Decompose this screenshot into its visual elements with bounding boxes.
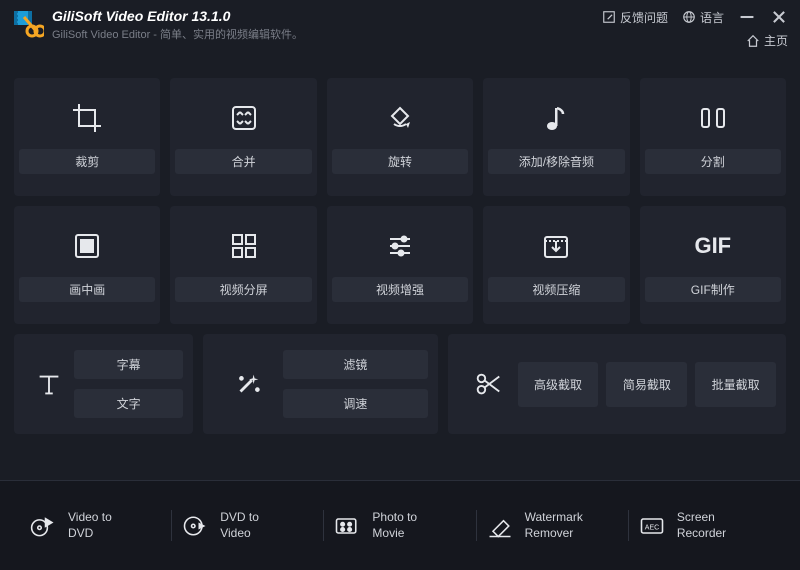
film-reel-icon xyxy=(332,511,362,541)
batch-clip-button[interactable]: 批量截取 xyxy=(695,362,776,407)
titlebar-right: 反馈问题 语言 主页 xyxy=(602,8,788,49)
tile-label: 添加/移除音频 xyxy=(488,149,624,174)
logo-wrap: GiliSoft Video Editor 13.1.0 GiliSoft Vi… xyxy=(12,8,303,42)
text-icon xyxy=(24,369,74,399)
footer-label: Watermark Remover xyxy=(525,510,583,541)
footer-watermark-remover[interactable]: Watermark Remover xyxy=(477,510,629,541)
scissors-icon xyxy=(458,369,518,399)
magic-buttons: 滤镜 调速 xyxy=(283,350,428,418)
gif-icon: GIF xyxy=(696,229,730,263)
tile-audio[interactable]: 添加/移除音频 xyxy=(483,78,629,196)
rotate-icon xyxy=(383,101,417,135)
record-icon: AEC xyxy=(637,511,667,541)
tile-compress[interactable]: 视频压缩 xyxy=(483,206,629,324)
tile-merge[interactable]: 合并 xyxy=(170,78,316,196)
titlebar: GiliSoft Video Editor 13.1.0 GiliSoft Vi… xyxy=(0,0,800,60)
edit-icon xyxy=(602,10,616,24)
tile-label: 合并 xyxy=(175,149,311,174)
tile-label: 视频分屏 xyxy=(175,277,311,302)
sliders-icon xyxy=(383,229,417,263)
tile-rotate[interactable]: 旋转 xyxy=(327,78,473,196)
tile-label: 视频增强 xyxy=(332,277,468,302)
home-label: 主页 xyxy=(764,32,788,49)
tile-clip[interactable]: 高级截取 简易截取 批量截取 xyxy=(448,334,786,434)
minimize-button[interactable] xyxy=(738,8,756,26)
footer-label: Video to DVD xyxy=(68,510,112,541)
home-button[interactable]: 主页 xyxy=(746,32,788,49)
eraser-icon xyxy=(485,511,515,541)
crop-icon xyxy=(70,101,104,135)
footer: Video to DVD DVD to Video Photo to Movie… xyxy=(0,480,800,570)
footer-video-to-dvd[interactable]: Video to DVD xyxy=(20,510,172,541)
title-block: GiliSoft Video Editor 13.1.0 GiliSoft Vi… xyxy=(52,8,303,42)
close-icon xyxy=(770,8,788,26)
tile-crop[interactable]: 裁剪 xyxy=(14,78,160,196)
tile-split[interactable]: 分割 xyxy=(640,78,786,196)
titlebar-row-1: 反馈问题 语言 xyxy=(602,8,788,26)
merge-icon xyxy=(227,101,261,135)
app-title: GiliSoft Video Editor 13.1.0 xyxy=(52,8,303,24)
app-subtitle: GiliSoft Video Editor - 简单、实用的视频编辑软件。 xyxy=(52,26,303,42)
tile-multiscreen[interactable]: 视频分屏 xyxy=(170,206,316,324)
home-icon xyxy=(746,34,760,48)
simple-clip-button[interactable]: 简易截取 xyxy=(606,362,687,407)
text-button[interactable]: 文字 xyxy=(74,389,183,418)
tile-label: GIF制作 xyxy=(645,277,781,302)
close-button[interactable] xyxy=(770,8,788,26)
disc-play-icon xyxy=(180,511,210,541)
tile-text[interactable]: 字幕 文字 xyxy=(14,334,193,434)
music-note-icon xyxy=(539,101,573,135)
tile-magic[interactable]: 滤镜 调速 xyxy=(203,334,438,434)
pip-icon xyxy=(70,229,104,263)
advanced-clip-button[interactable]: 高级截取 xyxy=(518,362,599,407)
tile-label: 视频压缩 xyxy=(488,277,624,302)
minimize-icon xyxy=(738,8,756,26)
tile-label: 画中画 xyxy=(19,277,155,302)
language-button[interactable]: 语言 xyxy=(682,9,724,26)
subtitle-button[interactable]: 字幕 xyxy=(74,350,183,379)
footer-photo-to-movie[interactable]: Photo to Movie xyxy=(324,510,476,541)
compress-icon xyxy=(539,229,573,263)
tile-pip[interactable]: 画中画 xyxy=(14,206,160,324)
multiscreen-icon xyxy=(227,229,261,263)
footer-label: DVD to Video xyxy=(220,510,259,541)
tile-label: 分割 xyxy=(645,149,781,174)
language-label: 语言 xyxy=(700,9,724,26)
main-content: 裁剪 合并 旋转 添加/移除音频 分割 画中画 视频分屏 视频增 xyxy=(0,60,800,434)
tile-grid: 裁剪 合并 旋转 添加/移除音频 分割 画中画 视频分屏 视频增 xyxy=(14,78,786,324)
clip-buttons: 高级截取 简易截取 批量截取 xyxy=(518,362,776,407)
footer-screen-recorder[interactable]: AEC Screen Recorder xyxy=(629,510,780,541)
globe-icon xyxy=(682,10,696,24)
titlebar-row-2: 主页 xyxy=(746,32,788,49)
footer-label: Photo to Movie xyxy=(372,510,417,541)
footer-label: Screen Recorder xyxy=(677,510,726,541)
svg-text:AEC: AEC xyxy=(645,524,659,531)
disc-icon xyxy=(28,511,58,541)
feedback-label: 反馈问题 xyxy=(620,9,668,26)
tile-gif[interactable]: GIF GIF制作 xyxy=(640,206,786,324)
footer-dvd-to-video[interactable]: DVD to Video xyxy=(172,510,324,541)
tile-label: 裁剪 xyxy=(19,149,155,174)
tile-enhance[interactable]: 视频增强 xyxy=(327,206,473,324)
tile-label: 旋转 xyxy=(332,149,468,174)
speed-button[interactable]: 调速 xyxy=(283,389,428,418)
app-logo-icon xyxy=(12,9,44,41)
split-icon xyxy=(696,101,730,135)
row-3: 字幕 文字 滤镜 调速 高级截取 简易截取 批量截取 xyxy=(14,334,786,434)
filter-button[interactable]: 滤镜 xyxy=(283,350,428,379)
magic-wand-icon xyxy=(213,369,283,399)
text-buttons: 字幕 文字 xyxy=(74,350,183,418)
feedback-button[interactable]: 反馈问题 xyxy=(602,9,668,26)
